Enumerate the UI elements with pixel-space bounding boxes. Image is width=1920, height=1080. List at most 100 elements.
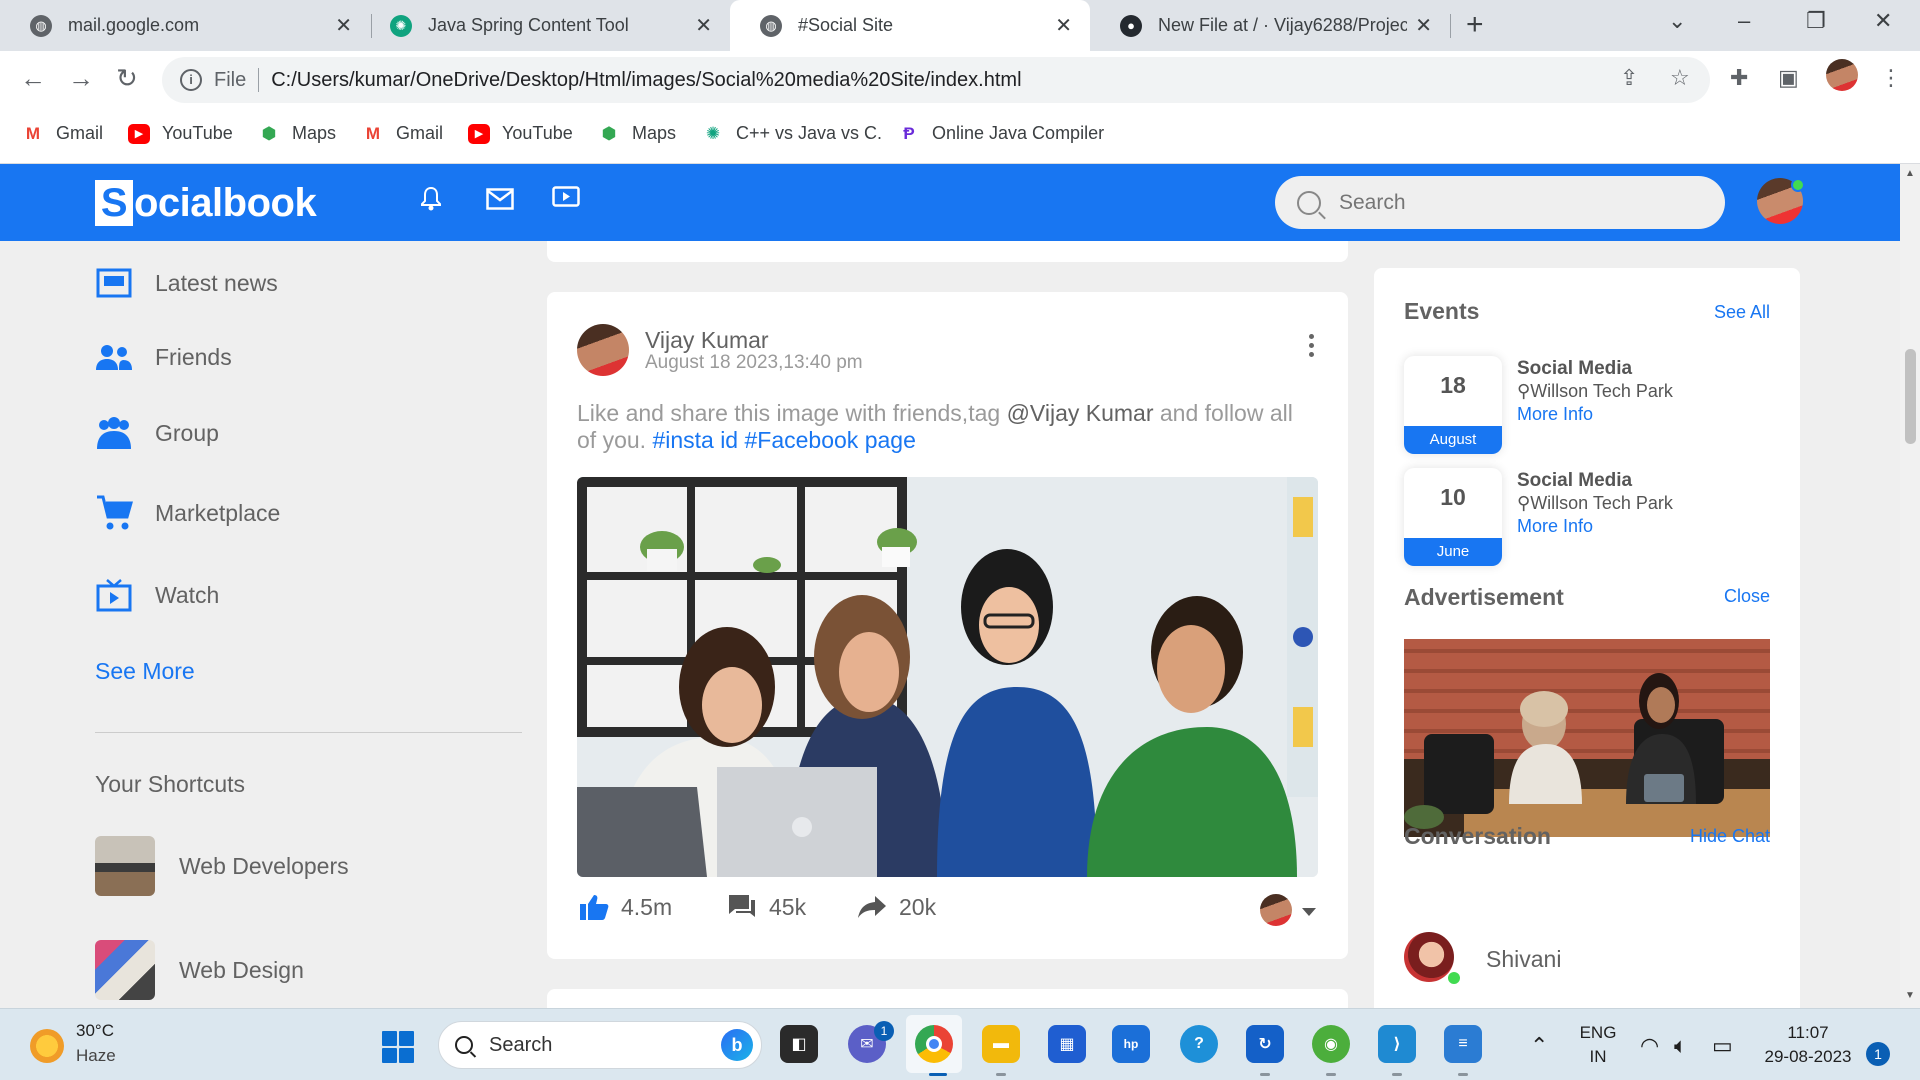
vscode-icon[interactable]: ⟩ xyxy=(1378,1025,1416,1063)
weather-description[interactable]: Haze xyxy=(76,1046,116,1066)
help-icon[interactable]: ? xyxy=(1180,1025,1218,1063)
post-author-avatar[interactable] xyxy=(577,324,629,376)
bing-icon[interactable]: b xyxy=(721,1029,753,1061)
weather-temperature[interactable]: 30°C xyxy=(76,1021,114,1041)
tab-java-spring[interactable]: ✺ Java Spring Content Tool ✕ xyxy=(360,0,730,51)
bell-icon[interactable] xyxy=(420,186,442,219)
myhp-icon[interactable]: hp xyxy=(1112,1025,1150,1063)
post-mention[interactable]: @Vijay Kumar xyxy=(1007,400,1154,426)
address-url[interactable]: C:/Users/kumar/OneDrive/Desktop/Html/ima… xyxy=(271,69,1021,92)
reaction-avatar[interactable] xyxy=(1260,894,1292,926)
bookmark-star-icon[interactable]: ☆ xyxy=(1670,65,1690,91)
chat-contact-name[interactable]: Shivani xyxy=(1486,946,1561,973)
sidebar-item-marketplace[interactable]: Marketplace xyxy=(95,494,280,532)
chat-contact-avatar[interactable] xyxy=(1404,932,1460,984)
taskbar-search-box[interactable]: Search b xyxy=(438,1021,762,1069)
sidebar-item-watch[interactable]: Watch xyxy=(95,576,219,614)
maps-icon: ⬢ xyxy=(261,123,277,143)
scroll-down-icon[interactable]: ▼ xyxy=(1905,990,1915,1001)
shortcut-web-design[interactable]: Web Design xyxy=(95,940,304,1000)
bookmark-maps[interactable]: ⬢ Maps xyxy=(258,123,336,144)
event-more-info-link[interactable]: More Info xyxy=(1517,404,1593,425)
hide-chat-link[interactable]: Hide Chat xyxy=(1690,826,1770,847)
close-ad-link[interactable]: Close xyxy=(1724,586,1770,607)
chevron-up-icon[interactable]: ⌃ xyxy=(1530,1033,1548,1059)
notepad-icon[interactable]: ≡ xyxy=(1444,1025,1482,1063)
wifi-icon[interactable]: ◠ xyxy=(1640,1033,1659,1059)
green-app-icon[interactable]: ◉ xyxy=(1312,1025,1350,1063)
socialbook-logo[interactable]: S ocialbook xyxy=(95,180,317,226)
bookmark-gmail[interactable]: M Gmail xyxy=(22,123,103,144)
comment-button[interactable]: 45k xyxy=(725,892,806,922)
see-more-link[interactable]: See More xyxy=(95,658,195,685)
bookmark-cpp-vs-java[interactable]: ✺ C++ vs Java vs C. xyxy=(702,123,882,144)
hashtag-link[interactable]: #insta id xyxy=(652,427,738,453)
bookmark-youtube[interactable]: ▶ YouTube xyxy=(128,123,233,144)
share-button[interactable]: 20k xyxy=(855,892,936,922)
shortcut-web-developers[interactable]: Web Developers xyxy=(95,836,349,896)
new-tab-button[interactable]: + xyxy=(1466,8,1484,42)
menu-icon[interactable]: ⋮ xyxy=(1880,65,1902,91)
sidebar-item-friends[interactable]: Friends xyxy=(95,338,232,376)
address-bar[interactable]: i File C:/Users/kumar/OneDrive/Desktop/H… xyxy=(162,57,1710,103)
site-search-input[interactable] xyxy=(1339,190,1679,215)
chrome-icon[interactable] xyxy=(915,1025,953,1063)
language-indicator[interactable]: ENG xyxy=(1578,1023,1618,1043)
forward-button[interactable]: → xyxy=(68,63,94,94)
close-window-button[interactable]: ✕ xyxy=(1874,8,1892,34)
scrollbar-thumb[interactable] xyxy=(1905,349,1916,444)
bookmark-maps-2[interactable]: ⬢ Maps xyxy=(598,123,676,144)
microsoft-store-icon[interactable]: ▦ xyxy=(1048,1025,1086,1063)
volume-icon[interactable]: 🔈︎ xyxy=(1674,1033,1687,1059)
task-view-icon[interactable]: ◧ xyxy=(780,1025,818,1063)
minimize-button[interactable]: – xyxy=(1738,8,1750,34)
sidebar-item-group[interactable]: Group xyxy=(95,414,219,452)
notification-badge[interactable]: 1 xyxy=(1866,1042,1890,1066)
tab-gmail[interactable]: ◍ mail.google.com ✕ xyxy=(0,0,370,51)
video-icon[interactable] xyxy=(552,186,580,217)
quick-assist-icon[interactable]: ↻ xyxy=(1246,1025,1284,1063)
close-icon[interactable]: ✕ xyxy=(1055,13,1072,38)
see-all-events-link[interactable]: See All xyxy=(1714,302,1770,323)
tab-github[interactable]: ● New File at / · Vijay6288/Project_ ✕ xyxy=(1090,0,1450,51)
tab-social-site[interactable]: ◍ #Social Site ✕ xyxy=(730,0,1090,51)
hashtag-link[interactable]: #Facebook page xyxy=(745,427,916,453)
like-button[interactable]: 4.5m xyxy=(577,892,672,922)
page-scrollbar[interactable]: ▲ ▼ xyxy=(1900,164,1920,1008)
site-search-box[interactable] xyxy=(1275,176,1725,229)
post-photo[interactable] xyxy=(577,477,1318,877)
event-more-info-link[interactable]: More Info xyxy=(1517,516,1593,537)
battery-icon[interactable]: ▭ xyxy=(1712,1033,1733,1059)
windows-taskbar: 30°C Haze Search b ◧ ✉ 1 ▬ ▦ hp ? ↻ ◉ ⟩ … xyxy=(0,1008,1920,1080)
close-icon[interactable]: ✕ xyxy=(695,13,712,38)
close-icon[interactable]: ✕ xyxy=(335,13,352,38)
info-icon[interactable]: i xyxy=(180,69,202,91)
advertisement-image[interactable] xyxy=(1404,639,1770,837)
bookmark-gmail-2[interactable]: M Gmail xyxy=(362,123,443,144)
watch-icon xyxy=(95,576,133,614)
post-options-icon[interactable] xyxy=(1309,334,1315,361)
clock-time[interactable]: 11:07 xyxy=(1758,1023,1858,1043)
tab-search-icon[interactable]: ⌄ xyxy=(1668,8,1686,34)
bookmark-youtube-2[interactable]: ▶ YouTube xyxy=(468,123,573,144)
profile-avatar[interactable] xyxy=(1826,59,1858,91)
reload-button[interactable]: ↻ xyxy=(116,63,138,94)
chevron-down-icon[interactable] xyxy=(1302,908,1316,916)
extensions-icon[interactable]: ✚ xyxy=(1730,65,1748,91)
side-panel-icon[interactable]: ▣ xyxy=(1778,65,1799,91)
sidebar-item-latest-news[interactable]: Latest news xyxy=(95,264,278,302)
mail-icon[interactable] xyxy=(486,186,514,217)
scroll-up-icon[interactable]: ▲ xyxy=(1905,168,1915,179)
close-icon[interactable]: ✕ xyxy=(1415,13,1432,38)
share-icon[interactable]: ⇪ xyxy=(1620,65,1638,91)
post-author-name[interactable]: Vijay Kumar xyxy=(645,327,769,354)
user-avatar[interactable] xyxy=(1757,178,1805,224)
clock-date[interactable]: 29-08-2023 xyxy=(1758,1047,1858,1067)
back-button[interactable]: ← xyxy=(20,63,46,94)
region-indicator[interactable]: IN xyxy=(1578,1047,1618,1067)
windows-start-icon[interactable] xyxy=(382,1031,414,1063)
restore-button[interactable]: ❐ xyxy=(1806,8,1826,34)
weather-haze-icon[interactable] xyxy=(30,1029,64,1063)
file-explorer-icon[interactable]: ▬ xyxy=(982,1025,1020,1063)
bookmark-java-compiler[interactable]: Ᵽ Online Java Compiler xyxy=(898,123,1104,144)
